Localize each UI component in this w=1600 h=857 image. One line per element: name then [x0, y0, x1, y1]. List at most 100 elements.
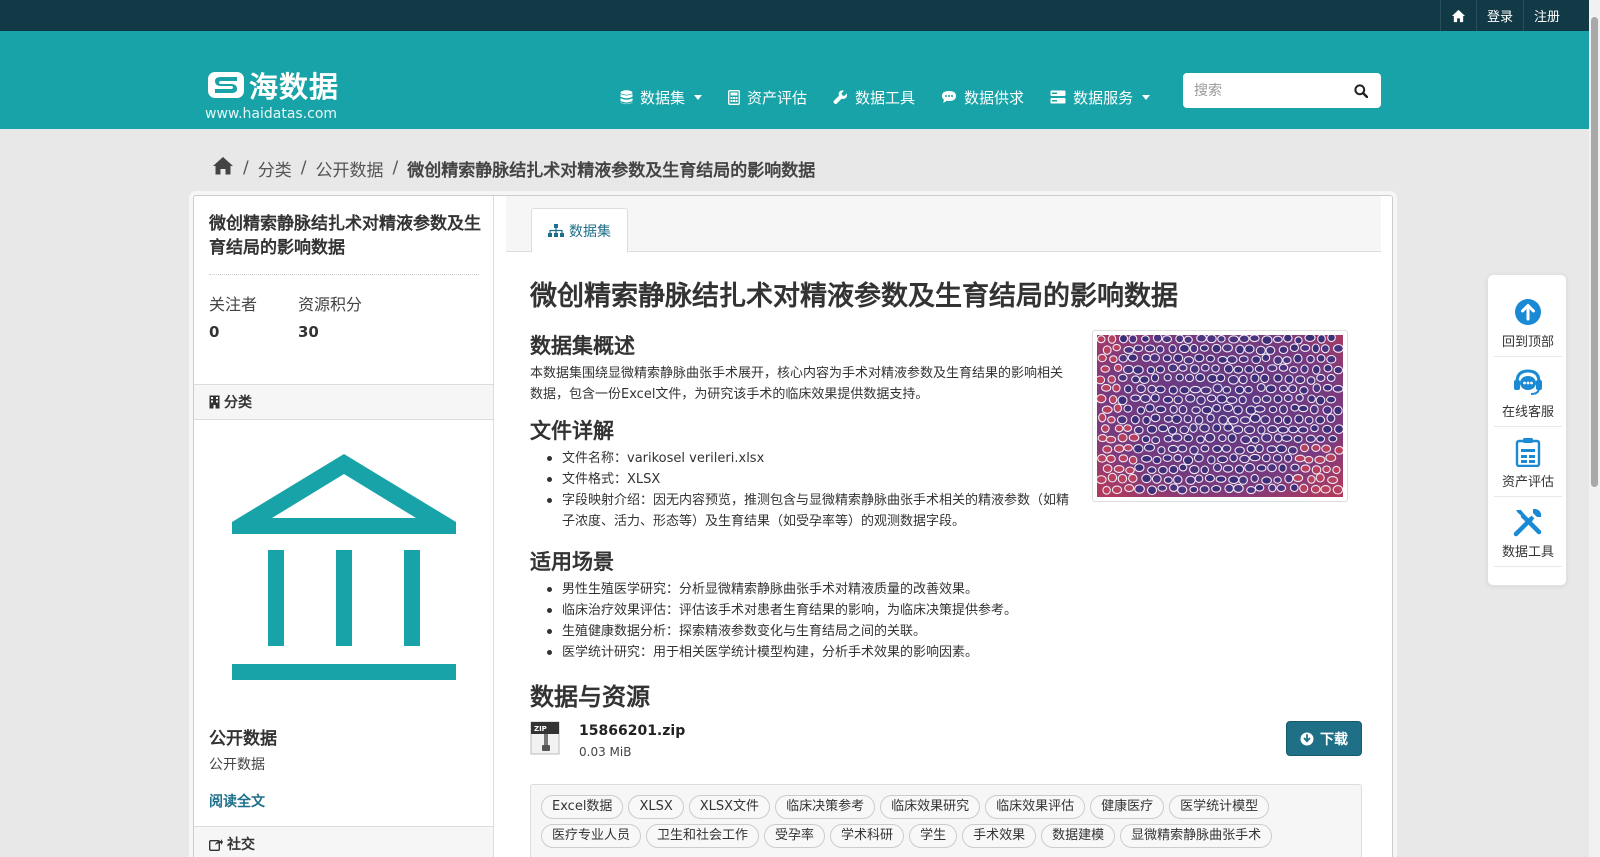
- back-to-top-label: 回到顶部: [1501, 335, 1554, 350]
- tag-item[interactable]: 临床效果研究: [880, 795, 981, 819]
- main-nav: 数据集 资产评估 数据工具 数据供求 数据服务: [620, 82, 1176, 112]
- tag-item[interactable]: XLSX文件: [688, 795, 771, 819]
- scenario-heading: 适用场景: [530, 550, 614, 574]
- search-box: [1183, 73, 1381, 108]
- online-service-label: 在线客服: [1501, 405, 1554, 420]
- server-icon: [1050, 90, 1066, 104]
- search-button[interactable]: [1343, 73, 1379, 108]
- main-content: 数据集 微创精索静脉结扎术对精液参数及生育结局的影响数据 数据集概述 本数据集围…: [494, 196, 1394, 857]
- nav-data-services-label: 数据服务: [1073, 88, 1134, 107]
- read-more-link[interactable]: 阅读全文: [209, 791, 265, 811]
- breadcrumb-separator: /: [243, 158, 249, 178]
- dataset-title: 微创精索静脉结扎术对精液参数及生育结局的影响数据: [530, 281, 1178, 312]
- overview-heading: 数据集概述: [530, 334, 635, 358]
- breadcrumb-public-data[interactable]: 公开数据: [315, 156, 383, 181]
- followers-value: 0: [209, 323, 220, 341]
- file-heading: 文件详解: [530, 419, 614, 443]
- nav-asset-eval-label: 资产评估: [747, 88, 808, 107]
- file-details-list: 文件名称：varikosel verileri.xlsx 文件格式：XLSX 字…: [530, 448, 1070, 532]
- nav-supply-demand[interactable]: 数据供求: [941, 87, 1024, 108]
- resource-item: ZIP 15866201.zip 0.03 MiB 下载: [530, 721, 1362, 761]
- tag-item[interactable]: 健康医疗: [1090, 795, 1165, 819]
- database-icon: [620, 89, 633, 105]
- nav-data-services[interactable]: 数据服务: [1050, 87, 1151, 108]
- tag-list: Excel数据 XLSX XLSX文件 临床决策参考 临床效果研究 临床效果评估 健康医疗医…: [530, 784, 1362, 857]
- tag-item[interactable]: 数据建模: [1041, 824, 1116, 848]
- tag-item[interactable]: 医学统计模型: [1169, 795, 1270, 819]
- breadcrumb: / 分类 / 公开数据 / 微创精索静脉结扎术对精液参数及生育结局的影响数据: [212, 155, 815, 181]
- register-link[interactable]: 注册: [1522, 0, 1570, 31]
- tag-item[interactable]: 临床效果评估: [985, 795, 1086, 819]
- breadcrumb-category[interactable]: 分类: [258, 156, 292, 181]
- logo-text: 海数据: [249, 70, 340, 104]
- tag-item[interactable]: 医疗专业人员: [541, 824, 642, 848]
- tag-item[interactable]: 受孕率: [764, 824, 826, 848]
- account-links: 登录 注册: [1439, 0, 1570, 31]
- headset-icon: [1494, 365, 1562, 399]
- org-description: 公开数据: [209, 757, 265, 773]
- asset-eval-side-button[interactable]: 资产评估: [1494, 427, 1562, 497]
- dataset-thumbnail: [1092, 330, 1348, 502]
- breadcrumb-separator: /: [392, 158, 399, 178]
- download-button[interactable]: 下载: [1286, 721, 1362, 756]
- online-service-button[interactable]: 在线客服: [1494, 357, 1562, 427]
- tab-dataset[interactable]: 数据集: [531, 208, 628, 253]
- data-tools-side-label: 数据工具: [1501, 545, 1554, 560]
- breadcrumb-home[interactable]: [212, 156, 234, 180]
- tag-item[interactable]: 显微精索静脉曲张手术: [1120, 824, 1273, 848]
- download-label: 下载: [1320, 731, 1348, 748]
- list-item: 文件名称：varikosel verileri.xlsx: [530, 448, 1070, 469]
- tag-item[interactable]: Excel数据: [541, 795, 624, 819]
- floating-side-panel: 回到顶部 在线客服 资产评估 数据工具: [1487, 274, 1567, 586]
- site-url: www.haidatas.com: [205, 106, 338, 122]
- wrench-icon: [833, 89, 848, 105]
- login-link[interactable]: 登录: [1475, 0, 1523, 31]
- search-icon: [1354, 83, 1368, 98]
- nav-datasets[interactable]: 数据集: [620, 87, 703, 108]
- top-account-bar: 登录 注册: [0, 0, 1600, 31]
- points-value: 30: [298, 323, 319, 341]
- page-scrollbar[interactable]: [1589, 0, 1600, 857]
- tab-bar: 数据集: [506, 196, 1381, 253]
- category-heading: 分类: [194, 384, 493, 420]
- tag-item[interactable]: XLSX: [628, 795, 684, 819]
- tag-item[interactable]: 学术科研: [830, 824, 905, 848]
- sidebar: 微创精索静脉结扎术对精液参数及生育结局的影响数据 关注者 0 资源积分 30 分…: [194, 196, 494, 857]
- scrollbar-thumb[interactable]: [1591, 17, 1598, 487]
- list-item: 男性生殖医学研究：分析显微精索静脉曲张手术对精液质量的改善效果。: [530, 579, 1090, 600]
- nav-datasets-label: 数据集: [640, 88, 686, 107]
- cell-image: [1095, 333, 1345, 497]
- tag-item[interactable]: 手术效果: [962, 824, 1037, 848]
- asset-eval-side-label: 资产评估: [1501, 475, 1554, 490]
- nav-asset-eval[interactable]: 资产评估: [728, 87, 807, 108]
- tab-dataset-label: 数据集: [569, 223, 611, 240]
- resources-heading: 数据与资源: [530, 683, 650, 711]
- overview-text: 本数据集围绕显微精索静脉曲张手术展开，核心内容为手术对精液参数及生育结果的影响相…: [530, 366, 1064, 402]
- followers-stat: 关注者 0: [209, 291, 257, 341]
- data-tools-side-button[interactable]: 数据工具: [1494, 497, 1562, 567]
- site-logo[interactable]: 海数据: [207, 64, 339, 106]
- tag-item[interactable]: 卫生和社会工作: [646, 824, 760, 848]
- search-input[interactable]: [1183, 75, 1343, 106]
- zip-file-icon[interactable]: ZIP: [530, 721, 562, 759]
- home-link[interactable]: [1439, 0, 1476, 31]
- resource-name[interactable]: 15866201.zip: [579, 723, 685, 739]
- nav-data-tools-label: 数据工具: [855, 88, 916, 107]
- download-circle-icon: [1300, 732, 1314, 746]
- back-to-top-button[interactable]: 回到顶部: [1494, 287, 1562, 357]
- resource-size: 0.03 MiB: [579, 745, 632, 759]
- clipboard-icon: [1494, 435, 1562, 469]
- list-item: 生殖健康数据分析：探索精液参数变化与生育结局之间的关联。: [530, 621, 1090, 642]
- category-heading-label: 分类: [224, 395, 252, 411]
- sitemap-icon: [548, 224, 564, 237]
- dataset-side-title: 微创精索静脉结扎术对精液参数及生育结局的影响数据: [209, 214, 481, 258]
- content-wrapper: 微创精索静脉结扎术对精液参数及生育结局的影响数据 关注者 0 资源积分 30 分…: [193, 195, 1393, 857]
- org-title: 公开数据: [209, 729, 277, 749]
- tools-icon: [1494, 505, 1562, 539]
- arrow-up-circle-icon: [1494, 295, 1562, 329]
- list-item: 文件格式：XLSX: [530, 469, 1070, 490]
- tag-item[interactable]: 临床决策参考: [775, 795, 876, 819]
- breadcrumb-current[interactable]: 微创精索静脉结扎术对精液参数及生育结局的影响数据: [407, 156, 815, 181]
- tag-item[interactable]: 学生: [909, 824, 958, 848]
- nav-data-tools[interactable]: 数据工具: [833, 87, 915, 108]
